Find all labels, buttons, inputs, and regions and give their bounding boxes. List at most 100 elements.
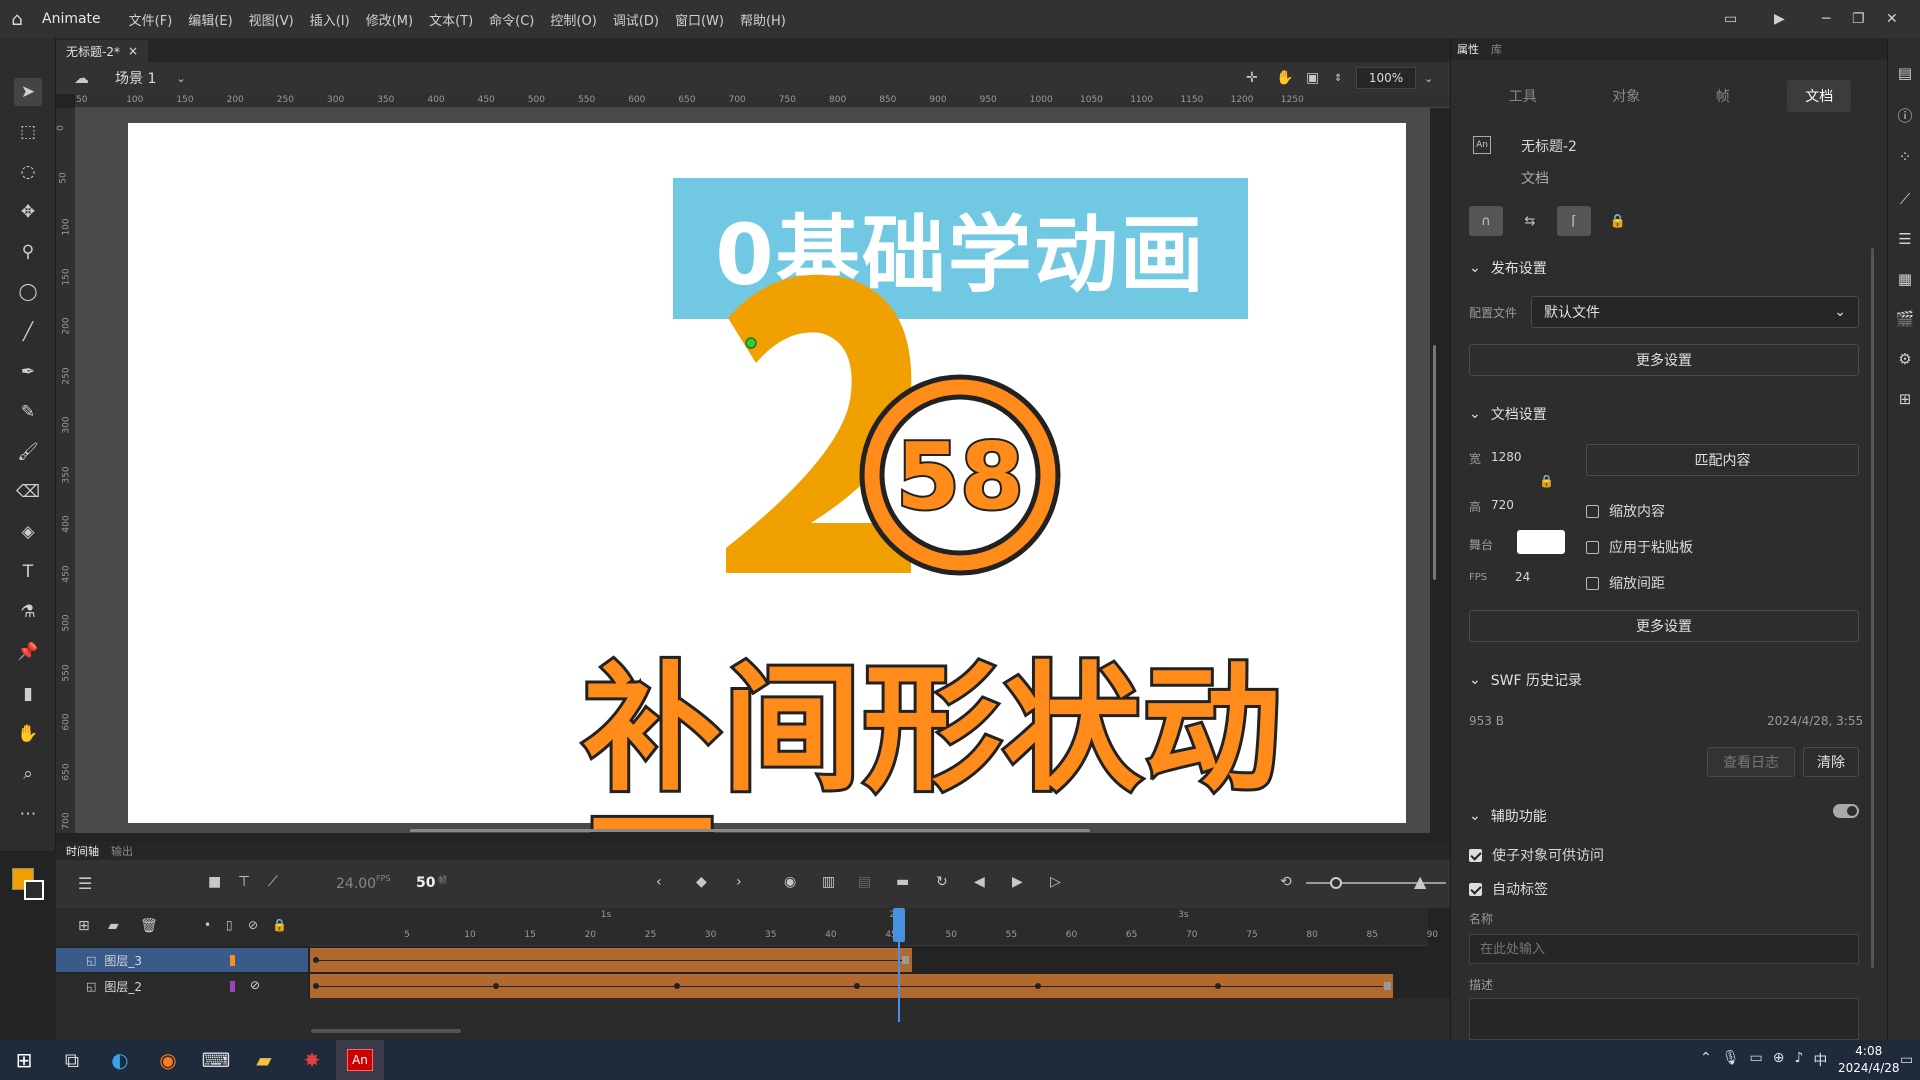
color-icon[interactable]: ⁘ bbox=[1894, 146, 1916, 168]
notification-icon[interactable]: ▭ bbox=[1900, 1052, 1913, 1068]
zoom-stepper-icon[interactable]: ⇕ bbox=[1334, 73, 1342, 84]
keyframe-dot[interactable] bbox=[673, 983, 680, 989]
auto-label-checkbox[interactable]: 自动标签 bbox=[1469, 879, 1548, 899]
volume-icon[interactable]: ♪ bbox=[1794, 1050, 1803, 1070]
canvas-hscrollbar[interactable] bbox=[410, 829, 1090, 832]
next-keyframe-icon[interactable]: › bbox=[736, 874, 742, 890]
file-explorer-icon[interactable]: ▰ bbox=[240, 1040, 288, 1080]
components-icon[interactable]: ⚙ bbox=[1894, 348, 1916, 370]
scene-dropdown-icon[interactable]: ⌄ bbox=[176, 72, 185, 85]
step-forward-icon[interactable]: ▷ bbox=[1050, 874, 1061, 890]
name-input[interactable] bbox=[1469, 934, 1859, 964]
visibility-icon[interactable]: ⊘ bbox=[248, 918, 258, 932]
transform-icon[interactable]: ⊞ bbox=[1894, 388, 1916, 410]
eyedropper-icon[interactable]: ⚗ bbox=[14, 598, 42, 626]
play-icon[interactable]: ▶ bbox=[1012, 874, 1023, 890]
firefox-icon[interactable]: ◉ bbox=[144, 1040, 192, 1080]
new-layer-icon[interactable]: ⊞ bbox=[78, 918, 90, 934]
insert-blank-icon[interactable]: ▤ bbox=[858, 874, 871, 890]
animate-taskbar-icon[interactable]: An bbox=[336, 1040, 384, 1080]
eraser-icon[interactable]: ⌫ bbox=[14, 478, 42, 506]
menu-item[interactable]: 调试(D) bbox=[605, 10, 667, 29]
parent-view-icon[interactable]: ⊤ bbox=[238, 874, 250, 890]
scale-spacing-checkbox[interactable]: 缩放间距 bbox=[1586, 573, 1665, 593]
ime-indicator[interactable]: 中 bbox=[1813, 1050, 1827, 1070]
layer-row[interactable]: ◱ 图层_2 ⊘ bbox=[56, 974, 308, 998]
selection-tool-icon[interactable]: ➤ bbox=[14, 78, 42, 106]
test-movie-icon[interactable]: ▶ bbox=[1774, 0, 1785, 38]
stage-color-swatch[interactable] bbox=[1517, 530, 1565, 554]
document-tab[interactable]: 无标题-2* × bbox=[56, 40, 149, 62]
hidden-icon[interactable]: ⊘ bbox=[250, 978, 260, 992]
end-frame-marker[interactable] bbox=[902, 956, 910, 964]
mic-icon[interactable]: 🎙 bbox=[1722, 1050, 1740, 1070]
line-tool-icon[interactable]: ╱ bbox=[14, 318, 42, 346]
restore-icon[interactable]: ❐ bbox=[1852, 0, 1865, 38]
snap-icon[interactable]: ✛ bbox=[1246, 70, 1258, 86]
panel-scrollbar[interactable] bbox=[1871, 248, 1874, 968]
match-content-button[interactable]: 匹配内容 bbox=[1586, 444, 1859, 476]
new-folder-icon[interactable]: ▰ bbox=[108, 918, 119, 934]
doc-settings-header[interactable]: ⌄ 文档设置 bbox=[1469, 404, 1547, 424]
link-icon[interactable]: 🔒 bbox=[1539, 474, 1554, 488]
battery-icon[interactable]: ▭ bbox=[1750, 1050, 1763, 1070]
clock[interactable]: 4:08 2024/4/28 bbox=[1838, 1043, 1900, 1077]
more-tools-icon[interactable]: ⋯ bbox=[14, 800, 42, 828]
publish-more-button[interactable]: 更多设置 bbox=[1469, 344, 1859, 376]
oval-tool-icon[interactable]: ◯ bbox=[14, 278, 42, 306]
view-log-button[interactable]: 查看日志 bbox=[1707, 747, 1795, 777]
pencil-icon[interactable]: ✎ bbox=[14, 398, 42, 426]
highlight-icon[interactable]: • bbox=[204, 918, 211, 932]
swf-history-header[interactable]: ⌄ SWF 历史记录 bbox=[1469, 670, 1582, 690]
circle-58-shape[interactable]: 58 bbox=[858, 373, 1063, 578]
text-tool-icon[interactable]: T bbox=[14, 558, 42, 586]
task-view-icon[interactable]: ⧉ bbox=[48, 1040, 96, 1080]
scale-icon[interactable]: ▲ bbox=[1414, 872, 1426, 891]
keyframe-dot[interactable] bbox=[1034, 983, 1041, 989]
bottom-title-text[interactable]: 补间形状动画 bbox=[580, 652, 1383, 834]
camera-icon[interactable]: ▮ bbox=[14, 680, 42, 708]
app-icon[interactable]: ✸ bbox=[288, 1040, 336, 1080]
edit-multiple-icon[interactable]: ▥ bbox=[822, 874, 835, 890]
tab-properties[interactable]: 属性 bbox=[1457, 41, 1479, 57]
corner-icon[interactable]: ⌈ bbox=[1557, 206, 1591, 236]
tab-timeline[interactable]: 时间轴 bbox=[66, 843, 99, 859]
layer-color-swatch[interactable] bbox=[230, 981, 235, 992]
timeline-zoom-knob[interactable] bbox=[1330, 877, 1342, 889]
publish-section-header[interactable]: ⌄ 发布设置 bbox=[1469, 258, 1547, 278]
scene-panel-icon[interactable]: 🎬 bbox=[1894, 308, 1916, 330]
edge-icon[interactable]: ◐ bbox=[96, 1040, 144, 1080]
insert-keyframe-icon[interactable]: ◆ bbox=[696, 874, 707, 890]
menu-item[interactable]: 控制(O) bbox=[542, 10, 604, 29]
menu-item[interactable]: 帮助(H) bbox=[732, 10, 794, 29]
lasso-icon[interactable]: ◌ bbox=[14, 158, 42, 186]
property-tab[interactable]: 对象 bbox=[1594, 80, 1658, 112]
property-tab[interactable]: 工具 bbox=[1491, 80, 1555, 112]
lock-doc-icon[interactable]: 🔒 bbox=[1601, 206, 1635, 236]
paint-bucket-icon[interactable]: ◈ bbox=[14, 518, 42, 546]
tab-output[interactable]: 输出 bbox=[111, 843, 133, 859]
stage[interactable]: 0基础学动画 58 补间形状动画 bbox=[128, 123, 1406, 834]
current-frame-value[interactable]: 50 bbox=[416, 875, 435, 891]
close-tab-icon[interactable]: × bbox=[128, 44, 138, 58]
stroke-color-swatch[interactable] bbox=[24, 880, 44, 900]
menu-item[interactable]: 命令(C) bbox=[481, 10, 542, 29]
swatches-icon[interactable]: ▦ bbox=[1894, 268, 1916, 290]
layer-name[interactable]: 图层_2 bbox=[104, 978, 142, 995]
profile-select[interactable]: 默认文件 ⌄ bbox=[1531, 296, 1859, 328]
rotate-stage-icon[interactable]: ✋ bbox=[1276, 70, 1293, 86]
zoom-dropdown-icon[interactable]: ⌄ bbox=[1424, 72, 1433, 85]
end-frame-marker[interactable] bbox=[1383, 982, 1391, 990]
loop-icon[interactable]: ↻ bbox=[936, 874, 948, 890]
adjust-icon[interactable]: ⇆ bbox=[1513, 206, 1547, 236]
bone-tool-icon[interactable]: ⚲ bbox=[14, 238, 42, 266]
free-transform-icon[interactable]: ⬚ bbox=[14, 118, 42, 146]
playhead[interactable] bbox=[893, 908, 905, 942]
close-icon[interactable]: ✕ bbox=[1886, 0, 1898, 38]
brush-icon[interactable]: 🖌 bbox=[14, 438, 42, 466]
width-input[interactable]: 1280 bbox=[1491, 450, 1522, 464]
align-icon[interactable]: ☰ bbox=[1894, 228, 1916, 250]
fit-icon[interactable]: ⟲ bbox=[1280, 874, 1292, 890]
canvas-vscrollbar[interactable] bbox=[1433, 345, 1436, 580]
keyframe-dot[interactable] bbox=[313, 983, 319, 989]
